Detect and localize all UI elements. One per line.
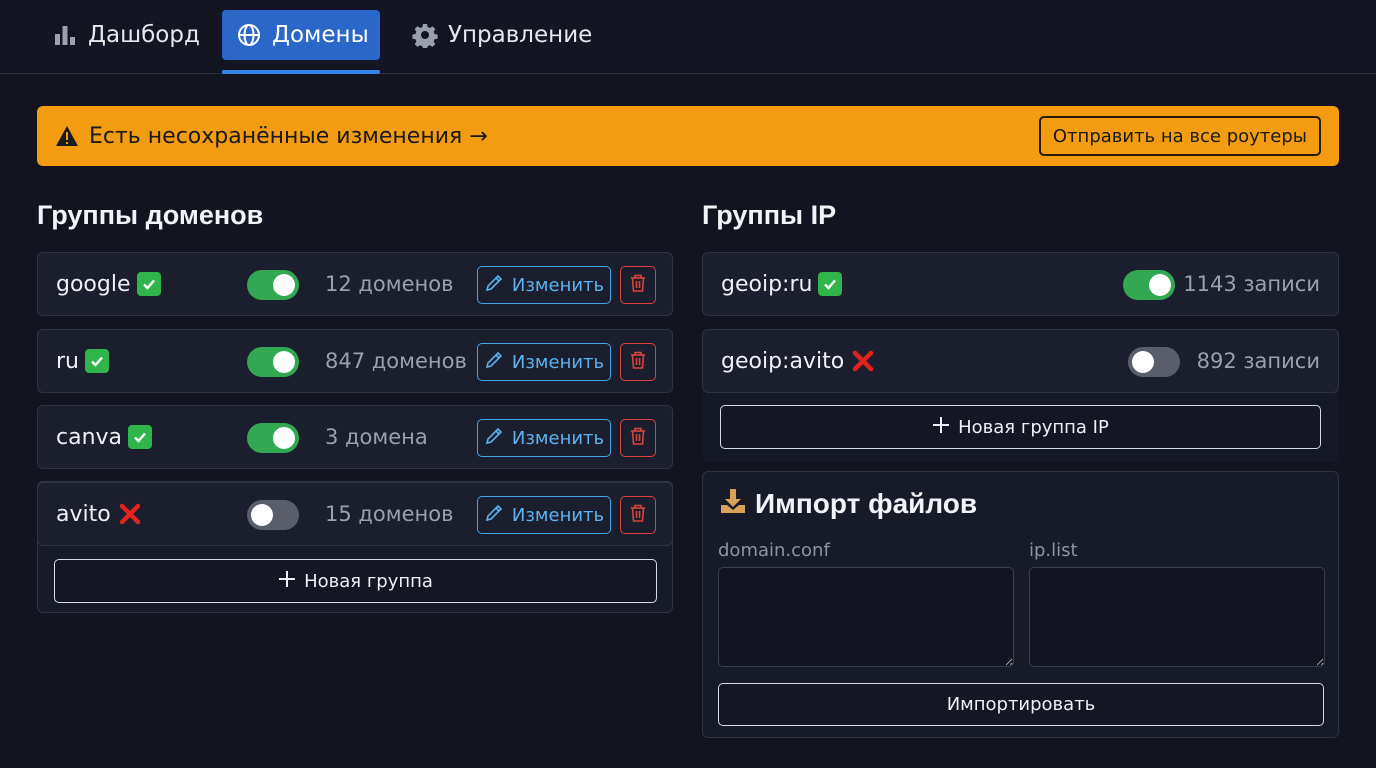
trash-icon (629, 273, 647, 297)
domain-group-name: canva (56, 424, 123, 450)
add-domain-group-button[interactable]: Новая группа (54, 559, 657, 603)
tab-management[interactable]: Управление (398, 10, 606, 60)
ip-group-row: geoip:ru 1143 записи (702, 252, 1339, 316)
add-ip-group-button[interactable]: Новая группа IP (720, 405, 1321, 449)
pencil-icon (484, 350, 504, 375)
delete-button[interactable] (620, 419, 656, 457)
domain-group-name: avito (56, 501, 111, 527)
import-title: Импорт файлов (755, 488, 978, 519)
import-panel: Импорт файлов domain.conf ip.list Импорт… (702, 471, 1339, 738)
domain-conf-label: domain.conf (718, 540, 830, 561)
pencil-icon (484, 273, 504, 298)
plus-icon (278, 570, 296, 593)
domain-group-toggle[interactable] (247, 500, 299, 530)
unsaved-changes-banner: Есть несохранённые изменения → Отправить… (37, 106, 1339, 166)
ip-count: 892 записи (1196, 349, 1320, 373)
bar-chart-icon (52, 22, 78, 48)
globe-icon (236, 22, 262, 48)
domain-count: 3 домена (325, 425, 428, 449)
delete-button[interactable] (620, 266, 656, 304)
tab-dashboard[interactable]: Дашборд (38, 10, 214, 60)
domain-group-name: google (56, 271, 131, 297)
ip-group-name: geoip:ru (721, 271, 813, 297)
domain-groups-title: Группы доменов (37, 200, 264, 230)
domain-group-toggle[interactable] (247, 423, 299, 453)
domain-group-row: avito 15 доменов Изменить (37, 482, 673, 546)
check-icon (85, 349, 109, 373)
tab-domains-label: Домены (272, 22, 369, 48)
domain-count: 847 доменов (325, 349, 467, 373)
domain-group-row: canva 3 домена Изменить (37, 405, 673, 469)
edit-button[interactable]: Изменить (477, 419, 611, 457)
ip-list-textarea[interactable] (1029, 567, 1325, 667)
check-icon (818, 272, 843, 296)
delete-button[interactable] (620, 496, 656, 534)
check-icon (136, 272, 161, 296)
ip-group-name: geoip:avito (721, 348, 845, 374)
domain-count: 15 доменов (325, 502, 454, 526)
ip-count: 1143 записи (1183, 272, 1320, 296)
edit-button[interactable]: Изменить (477, 343, 611, 381)
active-tab-indicator (222, 70, 380, 74)
trash-icon (629, 503, 647, 527)
tab-dashboard-label: Дашборд (88, 22, 200, 48)
pencil-icon (484, 426, 504, 451)
ip-group-toggle[interactable] (1123, 270, 1175, 300)
edit-button[interactable]: Изменить (477, 496, 611, 534)
domain-group-toggle[interactable] (247, 270, 299, 300)
domain-conf-textarea[interactable] (718, 567, 1014, 667)
domain-group-row: google 12 доменов Изменить (37, 252, 673, 316)
tab-domains[interactable]: Домены (222, 10, 380, 60)
domain-count: 12 доменов (325, 272, 454, 296)
domain-group-toggle[interactable] (247, 347, 299, 377)
cross-icon (117, 501, 143, 527)
gear-icon (412, 22, 438, 48)
ip-group-toggle[interactable] (1128, 347, 1180, 377)
domain-group-name: ru (56, 348, 79, 374)
download-icon (719, 487, 747, 522)
ip-groups-title: Группы IP (702, 200, 837, 230)
domain-group-row: ru 847 доменов Изменить (37, 329, 673, 393)
push-to-all-routers-button[interactable]: Отправить на все роутеры (1038, 116, 1321, 156)
cross-icon (850, 348, 876, 374)
trash-icon (629, 350, 647, 374)
trash-icon (629, 426, 647, 450)
delete-button[interactable] (620, 343, 656, 381)
import-button[interactable]: Импортировать (718, 683, 1324, 726)
ip-group-row: geoip:avito 892 записи (702, 329, 1339, 393)
warning-icon (55, 125, 79, 147)
tab-management-label: Управление (448, 22, 593, 48)
ip-list-label: ip.list (1029, 540, 1078, 561)
check-icon (128, 425, 153, 449)
pencil-icon (484, 503, 504, 528)
banner-message[interactable]: Есть несохранённые изменения → (89, 124, 488, 149)
edit-button[interactable]: Изменить (477, 266, 611, 304)
plus-icon (932, 416, 950, 439)
top-nav: Дашборд Домены Управление (0, 0, 1376, 74)
